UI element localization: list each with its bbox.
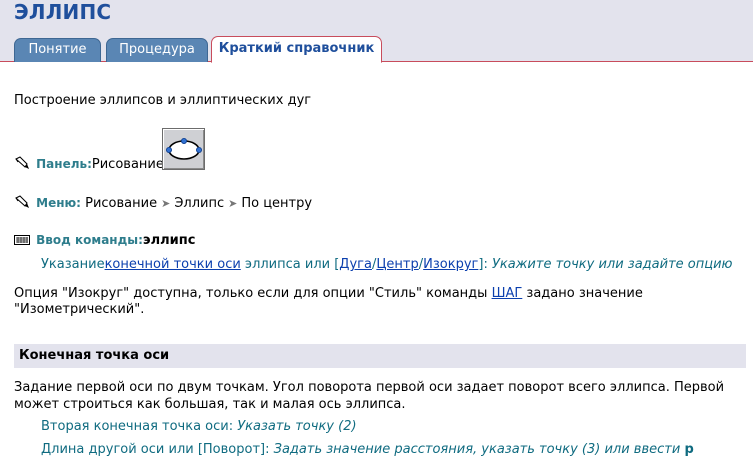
prompt3-key: р [684,442,694,457]
link-isocircle[interactable]: Изокруг [423,257,478,272]
prompt2-text: Вторая конечная точка оси: [41,419,238,434]
command-row: Ввод команды:эллипс [14,233,195,248]
menu-item-center: По центру [241,196,313,211]
panel-row: Панель:Рисование [14,156,164,172]
note-line-2: "Изометрический". [14,302,145,317]
command-label: Ввод команды: [36,233,143,247]
menu-separator-arrow: ➤ [161,197,171,210]
pencil-icon [15,195,29,208]
section-desc-line-2: может строиться как большая, так и малая… [14,397,406,412]
ellipse-tool-button[interactable] [162,128,205,170]
menu-item-draw: Рисование [85,196,158,211]
panel-label: Панель: [36,157,92,171]
note-before: Опция "Изокруг" доступна, только если дл… [14,286,492,301]
command-value: эллипс [142,233,196,248]
ellipse-icon [166,137,203,160]
note-line-1: Опция "Изокруг" доступна, только если дл… [14,286,643,301]
menu-row: Меню: Рисование ➤ Эллипс ➤ По центру [14,195,312,211]
prompt3-hint: Задать значение расстояния, указать точк… [273,442,685,457]
intro-text: Построение эллипсов и эллиптических дуг [14,93,312,108]
panel-value: Рисование [91,157,164,172]
prompt1-suffix: ]: [478,257,492,272]
link-snap-command[interactable]: ШАГ [492,286,523,301]
menu-separator-arrow: ➤ [228,197,238,210]
prompt-line-1: Указаниеконечной точки оси эллипса или [… [41,257,732,272]
prompt3-text: Длина другой оси или [Поворот]: [41,442,274,457]
prompt1-prefix: Указание [41,257,105,272]
prompt-line-2: Вторая конечная точка оси: Указать точку… [41,419,357,434]
link-arc[interactable]: Дуга [339,257,372,272]
link-center[interactable]: Центр [376,257,418,272]
section-header-axis-endpoint: Конечная точка оси [14,344,746,368]
link-axis-endpoint[interactable]: конечной точки оси [105,257,241,272]
tab-quick-reference[interactable]: Краткий справочник [211,36,382,63]
tab-procedure[interactable]: Процедура [106,38,208,62]
page-title: ЭЛЛИПС [14,0,112,24]
prompt1-hint: Укажите точку или задайте опцию [491,257,733,272]
prompt-line-3: Длина другой оси или [Поворот]: Задать з… [41,442,694,457]
menu-label: Меню: [36,196,81,210]
prompt2-hint: Указать точку (2) [237,419,357,434]
pencil-icon [15,156,29,169]
note-after: задано значение [522,286,643,301]
tab-concept[interactable]: Понятие [14,38,101,62]
prompt1-middle: эллипса или [ [240,257,340,272]
section-desc-line-1: Задание первой оси по двум точкам. Угол … [14,380,725,395]
menu-item-ellipse: Эллипс [174,196,225,211]
keyboard-icon [14,235,30,245]
